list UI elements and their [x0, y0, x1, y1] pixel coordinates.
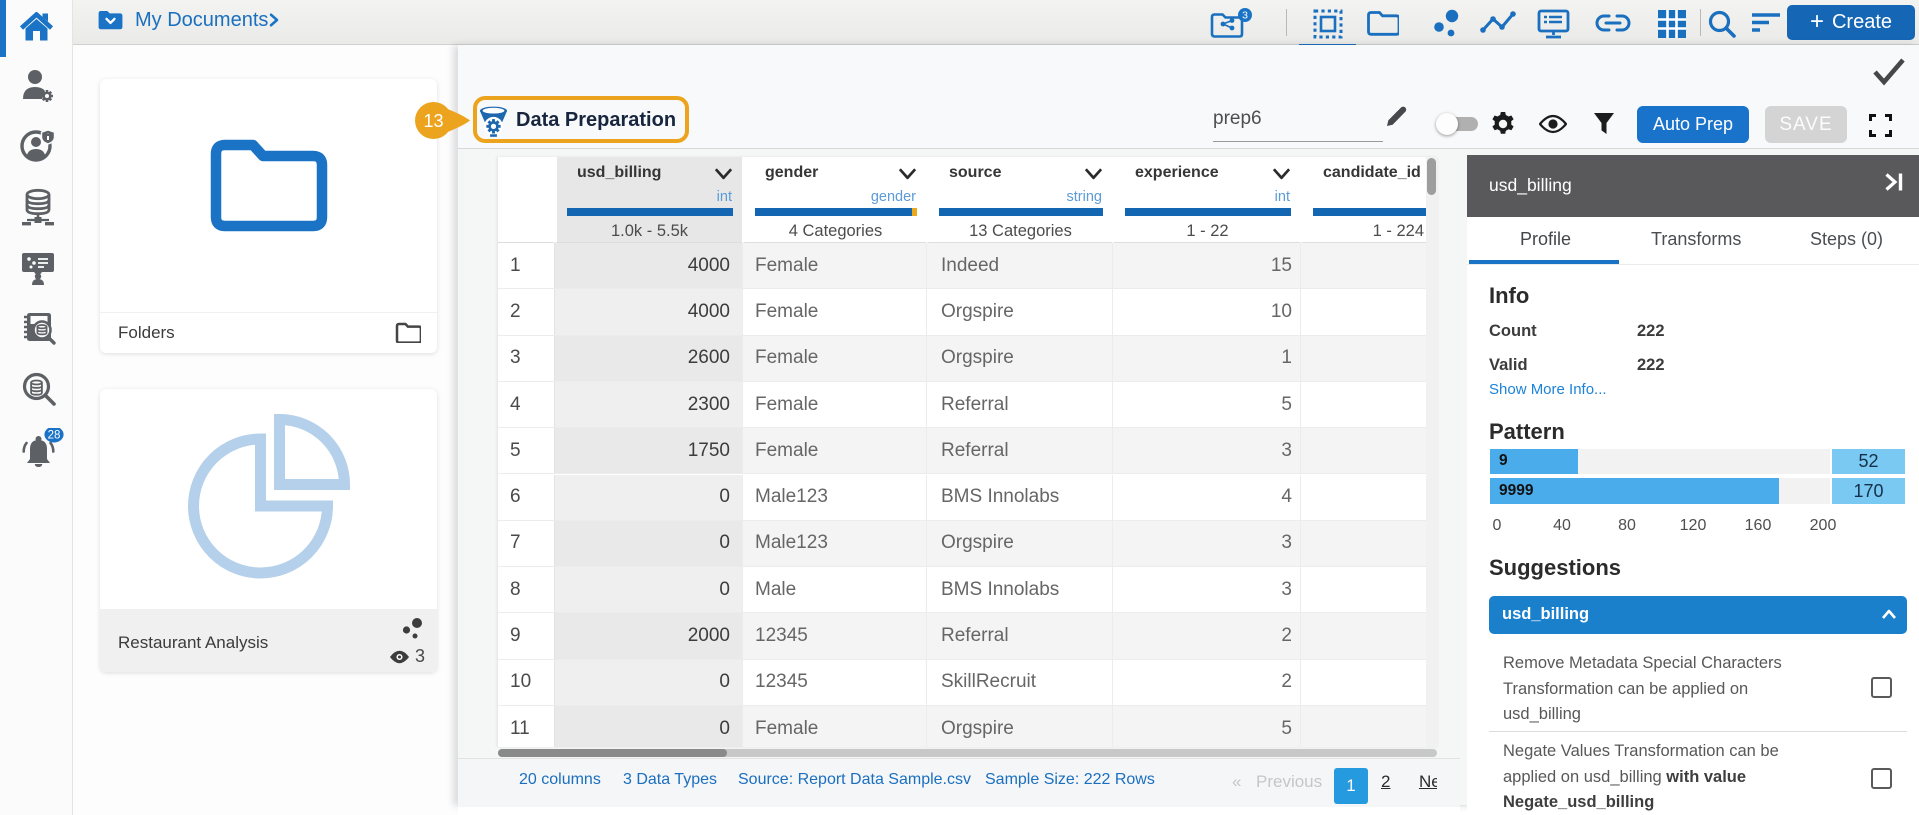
- svg-text:28: 28: [48, 430, 61, 442]
- svg-text:3: 3: [1242, 10, 1248, 22]
- svg-text:13: 13: [423, 111, 443, 131]
